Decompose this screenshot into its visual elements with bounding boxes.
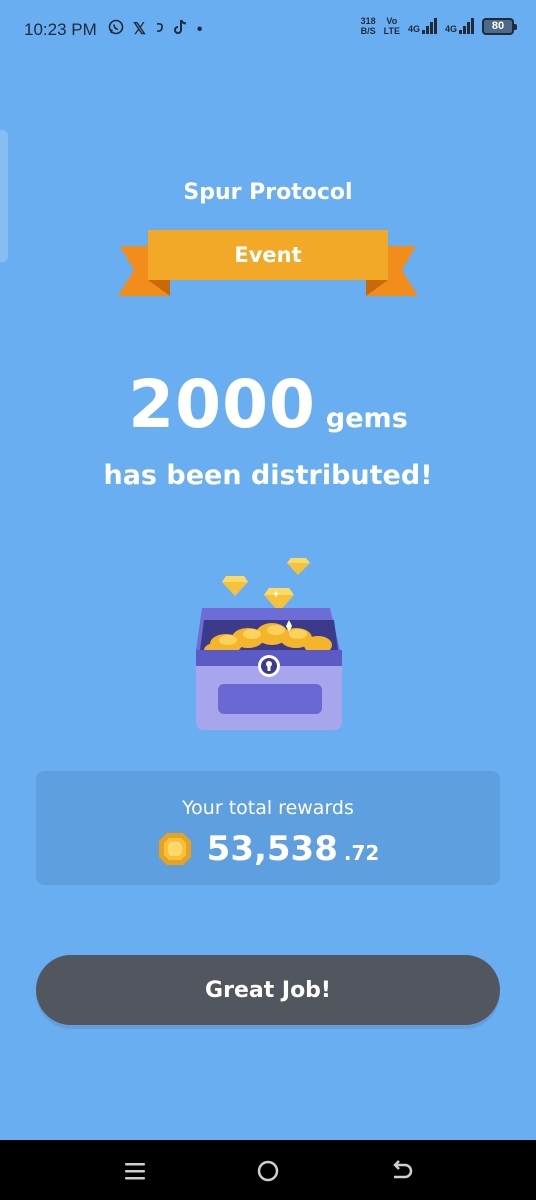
back-icon[interactable] bbox=[386, 1156, 416, 1186]
total-rewards-card: Your total rewards 53,538 .72 bbox=[36, 771, 500, 885]
whatsapp-icon bbox=[108, 19, 124, 41]
brand-title: Spur Protocol bbox=[183, 180, 353, 205]
event-ribbon: Event bbox=[118, 230, 418, 300]
menu-icon[interactable] bbox=[120, 1156, 150, 1186]
battery-icon: 80 bbox=[482, 17, 517, 35]
notification-icons: 𝕏 • bbox=[108, 19, 203, 41]
volte-indicator: Vo LTE bbox=[383, 16, 400, 36]
signal-sim1: 4G bbox=[408, 18, 437, 34]
total-rewards-decimal: .72 bbox=[343, 841, 380, 865]
notification-dot-icon: • bbox=[196, 21, 203, 38]
ribbon-label: Event bbox=[234, 243, 302, 267]
total-rewards-label: Your total rewards bbox=[182, 797, 354, 819]
tiktok-icon bbox=[173, 19, 188, 41]
gems-amount-unit: gems bbox=[325, 403, 408, 434]
great-job-button[interactable]: Great Job! bbox=[36, 955, 500, 1025]
total-rewards-main: 53,538 bbox=[206, 829, 338, 869]
gem-icon bbox=[287, 558, 310, 575]
total-rewards-value: 53,538 .72 bbox=[36, 829, 500, 869]
app-icon bbox=[155, 20, 165, 40]
event-screen: 10:23 PM 𝕏 • 318 B/S Vo LTE 4G 4G 80 Spu… bbox=[0, 0, 536, 1200]
signal-bars-icon bbox=[459, 18, 474, 34]
signal-sim2: 4G bbox=[445, 18, 474, 34]
treasure-chest-icon bbox=[196, 558, 342, 730]
signal-bars-icon bbox=[421, 18, 437, 34]
home-icon[interactable] bbox=[253, 1156, 283, 1186]
coin-icon bbox=[158, 833, 191, 865]
x-icon: 𝕏 bbox=[133, 21, 146, 38]
navigation-bar bbox=[0, 1140, 536, 1200]
status-bar: 10:23 PM 𝕏 • 318 B/S Vo LTE 4G 4G 80 bbox=[0, 0, 536, 60]
system-icons: 318 B/S Vo LTE 4G 4G 80 bbox=[360, 16, 517, 36]
gems-amount-value: 2000 bbox=[128, 366, 316, 443]
status-time: 10:23 PM bbox=[24, 20, 97, 39]
gems-amount: 2000 gems bbox=[0, 366, 536, 443]
gem-icon bbox=[222, 576, 248, 596]
network-speed: 318 B/S bbox=[360, 16, 376, 36]
distributed-text: has been distributed! bbox=[103, 460, 433, 491]
